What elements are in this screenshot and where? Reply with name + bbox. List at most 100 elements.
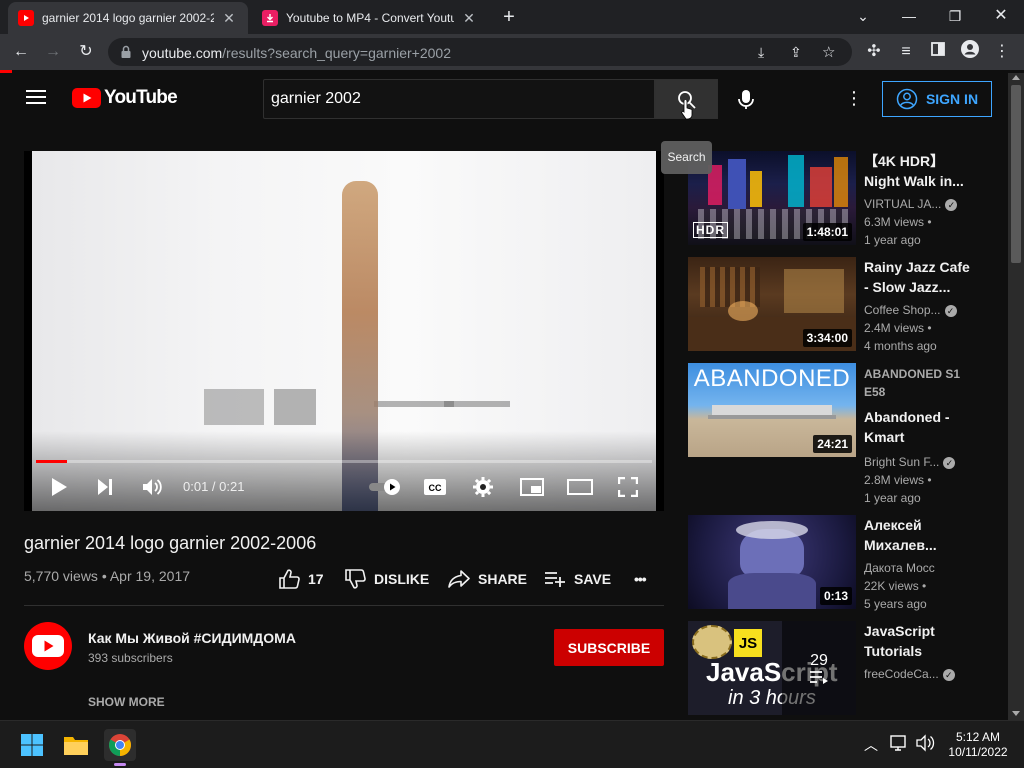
settings-menu-icon[interactable]: ⋮	[844, 89, 864, 107]
thumbs-down-icon	[345, 569, 366, 589]
video-duration: 24:21	[813, 435, 852, 453]
chrome-menu-icon[interactable]: ⋮	[990, 40, 1014, 64]
info-divider	[24, 605, 664, 606]
share-button[interactable]: SHARE	[448, 568, 527, 590]
search-tooltip: Search	[661, 141, 712, 174]
recommendation-channel: VIRTUAL JA... ✓	[864, 197, 958, 211]
miniplayer-button[interactable]	[518, 473, 546, 501]
video-thumbnail[interactable]: HDR 1:48:01	[688, 151, 856, 245]
more-actions-button[interactable]: •••	[634, 568, 647, 590]
volume-icon	[143, 479, 162, 495]
network-icon[interactable]	[890, 734, 910, 757]
save-label: SAVE	[574, 571, 612, 587]
fullscreen-button[interactable]	[614, 473, 642, 501]
show-more-button[interactable]: SHOW MORE	[88, 695, 165, 709]
recommendation-item[interactable]: 0:13 Алексей Михалев... Дакота Мосс 22K …	[688, 515, 998, 611]
profile-icon[interactable]	[958, 40, 982, 64]
extensions-icon[interactable]: ✣	[862, 40, 886, 64]
channel-avatar[interactable]	[24, 622, 72, 670]
volume-tray-icon[interactable]	[916, 734, 936, 757]
next-button[interactable]	[92, 473, 118, 501]
address-bar[interactable]: youtube.com/results?search_query=garnier…	[108, 38, 852, 66]
playlist-thumbnail[interactable]: JS JavaScript in 3 hours 29	[688, 621, 856, 715]
close-window-icon[interactable]: ✕	[986, 4, 1016, 28]
file-explorer-button[interactable]	[60, 729, 92, 761]
lock-icon[interactable]	[120, 45, 132, 64]
tab-title: garnier 2014 logo garnier 2002-2	[42, 11, 214, 25]
subscribe-button[interactable]: SUBSCRIBE	[554, 629, 664, 666]
scrollbar-thumb[interactable]	[1011, 85, 1021, 263]
recommendation-age: 1 year ago	[864, 491, 921, 505]
system-clock[interactable]: 5:12 AM 10/11/2022	[940, 730, 1016, 760]
video-player[interactable]: 0:01 / 0:21 CC	[24, 151, 664, 511]
theater-mode-button[interactable]	[566, 473, 594, 501]
scroll-up-icon[interactable]	[1012, 75, 1020, 80]
mute-button[interactable]	[140, 473, 166, 501]
tab-youtube[interactable]: garnier 2014 logo garnier 2002-2 ✕	[8, 2, 248, 34]
channel-name: freeCodeCa...	[864, 667, 939, 681]
browser-toolbar: ← → ↻ youtube.com/results?search_query=g…	[0, 34, 1024, 70]
video-thumbnail[interactable]: 3:34:00	[688, 257, 856, 351]
recommendation-title[interactable]: 【4K HDR】 Night Walk in...	[864, 151, 974, 191]
recommendation-playlist[interactable]: JS JavaScript in 3 hours 29 JavaScript T…	[688, 621, 998, 715]
video-thumbnail[interactable]: 0:13	[688, 515, 856, 609]
minimize-icon[interactable]: —	[894, 4, 924, 28]
play-button[interactable]	[46, 473, 72, 501]
save-button[interactable]: SAVE	[544, 568, 611, 590]
sign-in-button[interactable]: SIGN IN	[882, 81, 992, 117]
subtitles-button[interactable]: CC	[422, 473, 448, 501]
video-thumbnail[interactable]: ABANDONED 24:21	[688, 363, 856, 457]
bookmark-star-icon[interactable]: ☆	[822, 43, 835, 61]
video-duration: 3:34:00	[802, 329, 852, 347]
channel-name: Bright Sun F...	[864, 455, 940, 469]
start-button[interactable]	[16, 729, 48, 761]
player-settings-button[interactable]	[470, 473, 496, 501]
recommendation-views: 6.3M views •	[864, 215, 932, 229]
recommendation-item[interactable]: HDR 1:48:01 【4K HDR】 Night Walk in... VI…	[688, 151, 998, 247]
youtube-logo[interactable]: YouTube	[72, 87, 178, 109]
video-scene-detail	[204, 389, 264, 425]
show-hidden-icons-icon[interactable]: ︿	[864, 735, 878, 755]
recommendation-title[interactable]: Rainy Jazz Cafe - Slow Jazz...	[864, 257, 974, 297]
restore-icon[interactable]: ❐	[940, 4, 970, 28]
youtube-logo-text: YouTube	[104, 87, 178, 108]
search-button[interactable]	[655, 79, 718, 120]
new-tab-button[interactable]: +	[497, 6, 521, 28]
recommendation-item[interactable]: 3:34:00 Rainy Jazz Cafe - Slow Jazz... C…	[688, 257, 998, 353]
recommendation-title[interactable]: Abandoned - Kmart	[864, 407, 974, 447]
tab-search-icon[interactable]: ⌄	[848, 4, 878, 28]
like-button[interactable]: 17	[278, 568, 324, 590]
hamburger-menu-icon[interactable]	[26, 89, 46, 110]
share-page-icon[interactable]: ⇪	[790, 44, 802, 61]
media-controls-icon[interactable]: ≡	[894, 40, 918, 64]
dislike-button[interactable]: DISLIKE	[344, 568, 429, 590]
search-input[interactable]: garnier 2002	[263, 79, 655, 119]
javascript-logo: JS	[734, 629, 762, 657]
tab-close-icon[interactable]: ✕	[220, 10, 238, 27]
youtube-favicon-icon	[18, 10, 34, 26]
tab-close-icon[interactable]: ✕	[460, 10, 478, 27]
scroll-down-icon[interactable]	[1012, 711, 1020, 716]
progress-bar[interactable]	[36, 460, 652, 463]
install-app-icon[interactable]: ⤓	[758, 44, 764, 61]
reload-icon[interactable]: ↻	[74, 40, 98, 64]
channel-name[interactable]: Как Мы Живой #СИДИМДОМА	[88, 630, 296, 646]
voice-search-icon[interactable]	[733, 85, 759, 113]
tab-converter[interactable]: Youtube to MP4 - Convert Youtub ✕	[252, 2, 488, 34]
chrome-taskbar-button[interactable]	[104, 729, 136, 761]
fullscreen-icon	[618, 477, 638, 497]
recommendation-item[interactable]: ABANDONED 24:21 ABANDONED S1 E58 Abandon…	[688, 363, 998, 505]
back-icon[interactable]: ←	[9, 40, 33, 64]
url-host: youtube.com	[142, 45, 223, 61]
side-panel-icon[interactable]	[926, 40, 950, 64]
video-title: garnier 2014 logo garnier 2002-2006	[24, 533, 317, 553]
playlist-count: 29	[810, 652, 828, 669]
forward-icon[interactable]: →	[41, 40, 65, 64]
recommendation-title[interactable]: JavaScript Tutorials	[864, 621, 974, 661]
video-duration: 0:13	[819, 587, 852, 605]
page-scrollbar[interactable]	[1008, 73, 1024, 720]
autoplay-toggle[interactable]	[368, 473, 402, 501]
verified-icon: ✓	[945, 198, 958, 211]
thumbnail-text: ABANDONED	[693, 365, 851, 392]
recommendation-title[interactable]: Алексей Михалев...	[864, 515, 974, 555]
